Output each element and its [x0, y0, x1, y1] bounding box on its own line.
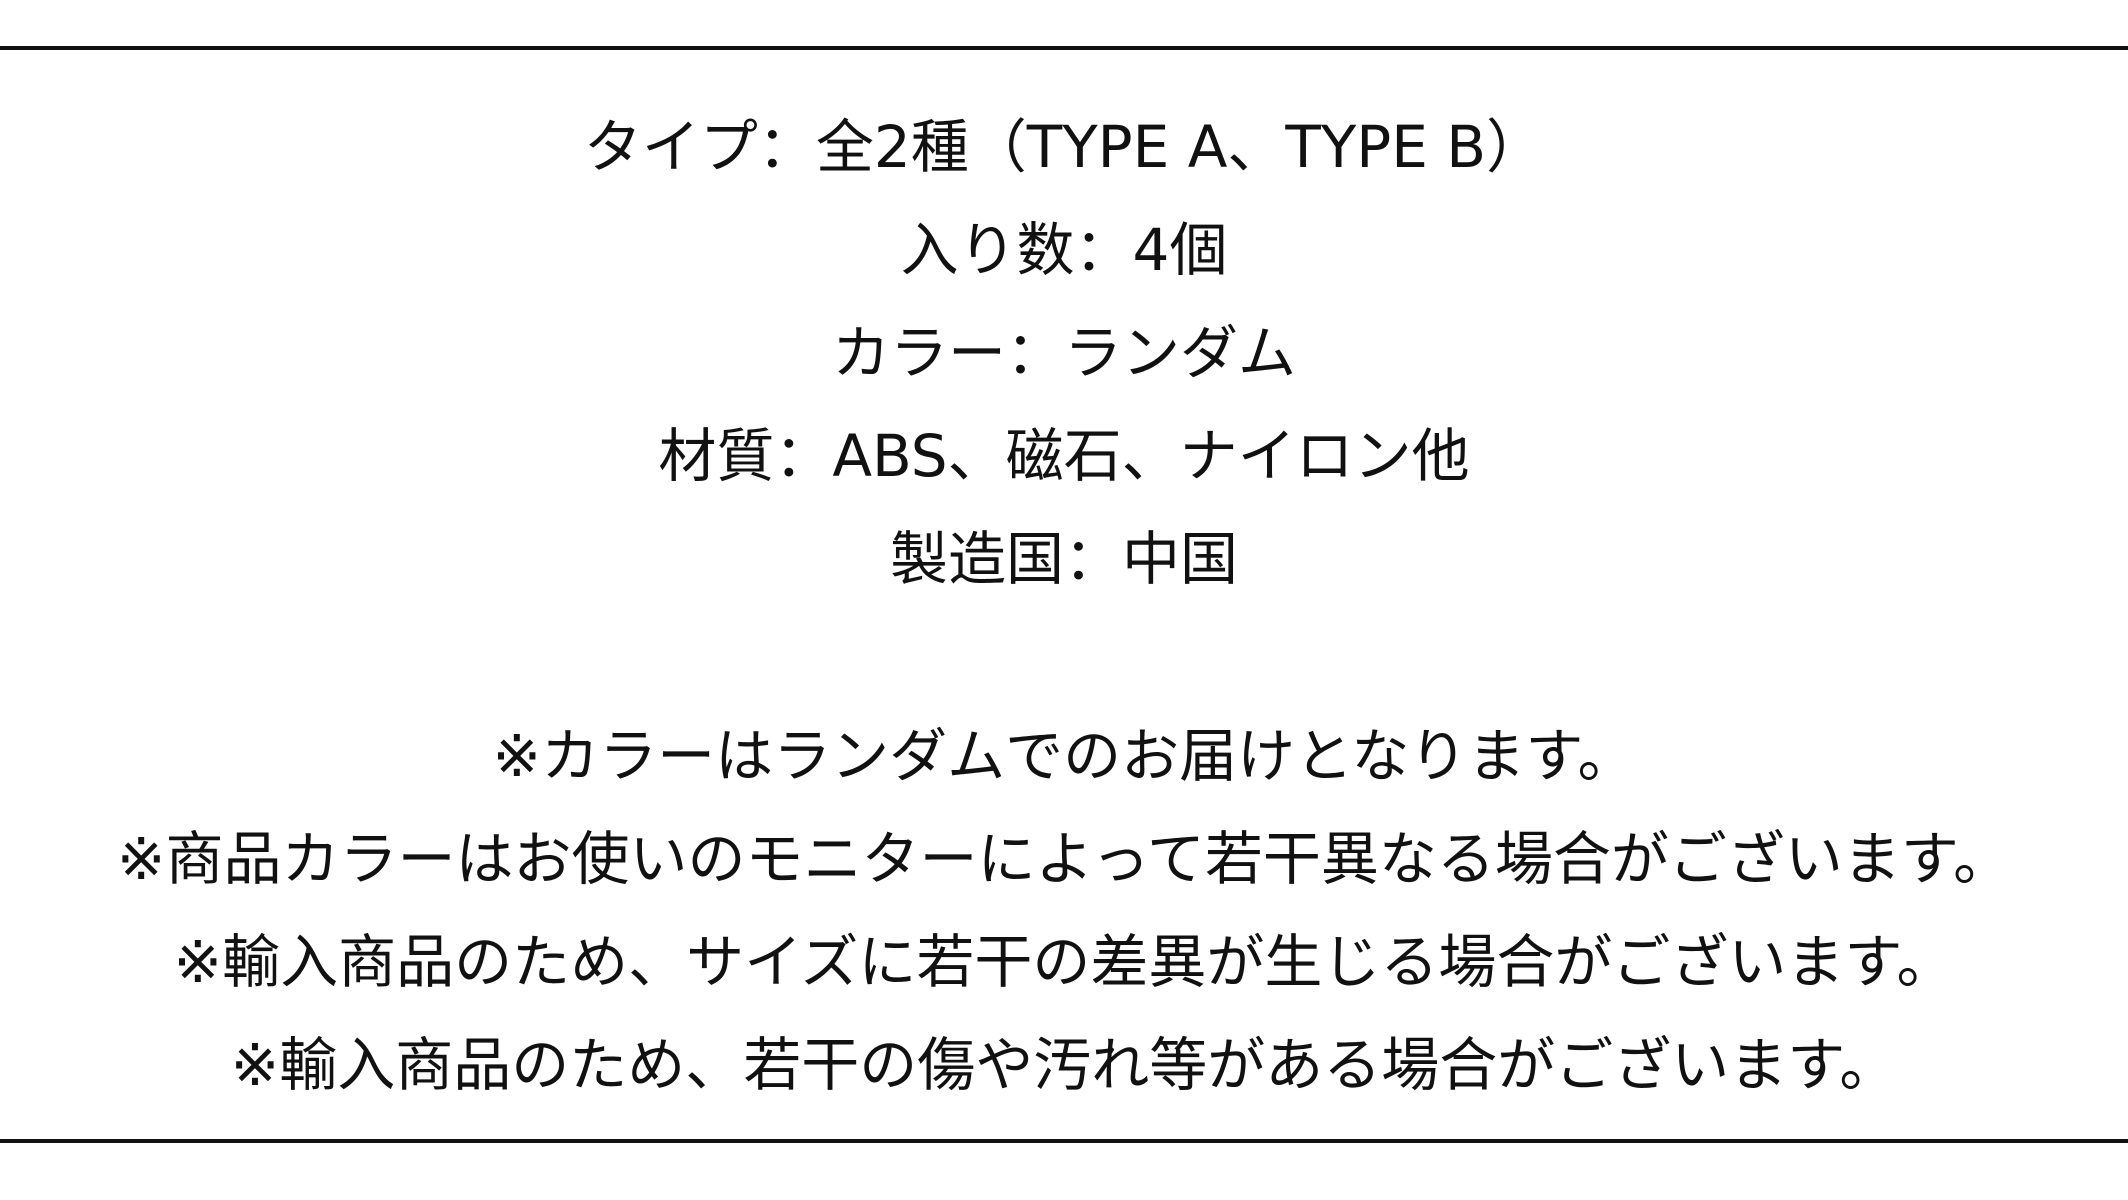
spec-color: カラー：ランダム [831, 319, 1296, 387]
spec-type: タイプ：全2種（TYPE A、TYPE B） [583, 113, 1545, 181]
note-color-random: ※カラーはランダムでのお届けとなります。 [492, 722, 1636, 790]
spec-quantity: 入り数：4個 [900, 216, 1228, 284]
note-monitor-color: ※商品カラーはお使いのモニターによって若干異なる場合がございます。 [116, 825, 2012, 893]
spec-list: タイプ：全2種（TYPE A、TYPE B） 入り数：4個 カラー：ランダム 材… [0, 96, 2128, 611]
notes-list: ※カラーはランダムでのお届けとなります。 ※商品カラーはお使いのモニターによって… [0, 705, 2128, 1117]
spec-country: 製造国：中国 [889, 525, 1238, 593]
spec-material: 材質：ABS、磁石、ナイロン他 [658, 422, 1470, 490]
note-scratches: ※輸入商品のため、若干の傷や汚れ等がある場合がございます。 [230, 1031, 1898, 1099]
note-size-variance: ※輸入商品のため、サイズに若干の差異が生じる場合がございます。 [173, 928, 1955, 996]
